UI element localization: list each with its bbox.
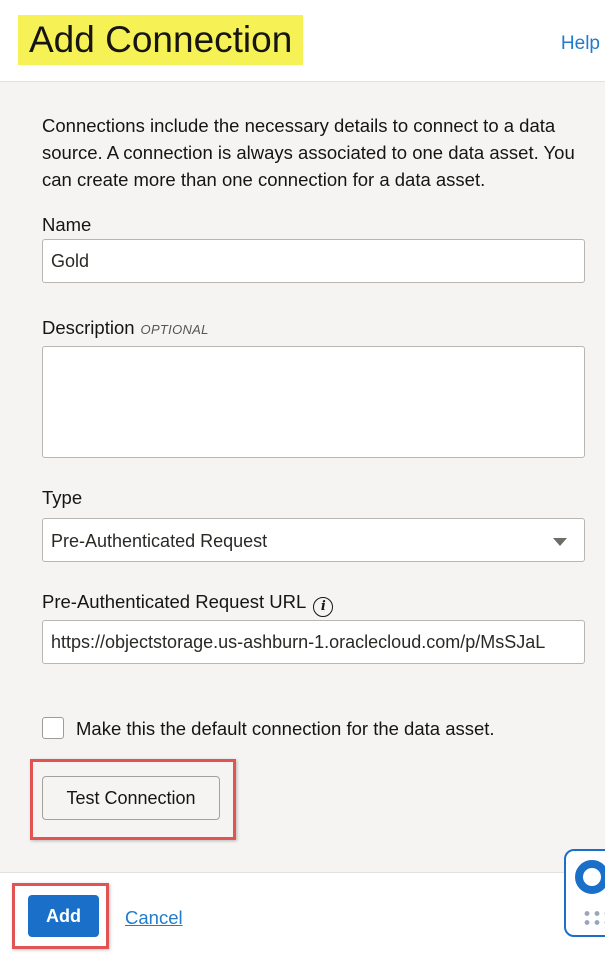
help-widget[interactable] <box>564 849 605 937</box>
type-label: Type <box>42 487 83 508</box>
name-input[interactable] <box>42 239 585 283</box>
lifebuoy-icon <box>575 860 605 894</box>
cancel-link[interactable]: Cancel <box>125 907 183 929</box>
intro-text: Connections include the necessary detail… <box>42 115 575 190</box>
description-label: Description OPTIONAL <box>42 317 209 339</box>
info-circle-icon[interactable]: i <box>313 597 334 617</box>
add-button[interactable]: Add <box>28 895 99 937</box>
optional-tag: OPTIONAL <box>140 322 209 337</box>
form-body: Connections include the necessary detail… <box>0 82 605 872</box>
panel-title: Add Connection <box>18 15 304 65</box>
type-select-value: Pre-Authenticated Request <box>51 531 268 551</box>
name-label: Name <box>42 214 92 235</box>
url-label-text: Pre-Authenticated Request URL <box>42 591 307 612</box>
default-connection-checkbox[interactable] <box>42 717 64 739</box>
test-connection-button[interactable]: Test Connection <box>42 776 220 820</box>
panel-footer: Add Cancel <box>0 872 605 957</box>
grid-dots-icon <box>582 909 605 927</box>
caret-down-icon <box>553 538 567 546</box>
url-input[interactable] <box>42 620 585 664</box>
default-connection-label: Make this the default connection for the… <box>76 718 495 739</box>
panel-header: Add Connection Help <box>0 0 605 82</box>
description-textarea[interactable] <box>42 346 585 458</box>
help-link[interactable]: Help <box>561 33 600 55</box>
url-label: Pre-Authenticated Request URL i <box>42 591 334 617</box>
description-label-text: Description <box>42 317 135 338</box>
type-select[interactable]: Pre-Authenticated Request <box>42 518 585 562</box>
